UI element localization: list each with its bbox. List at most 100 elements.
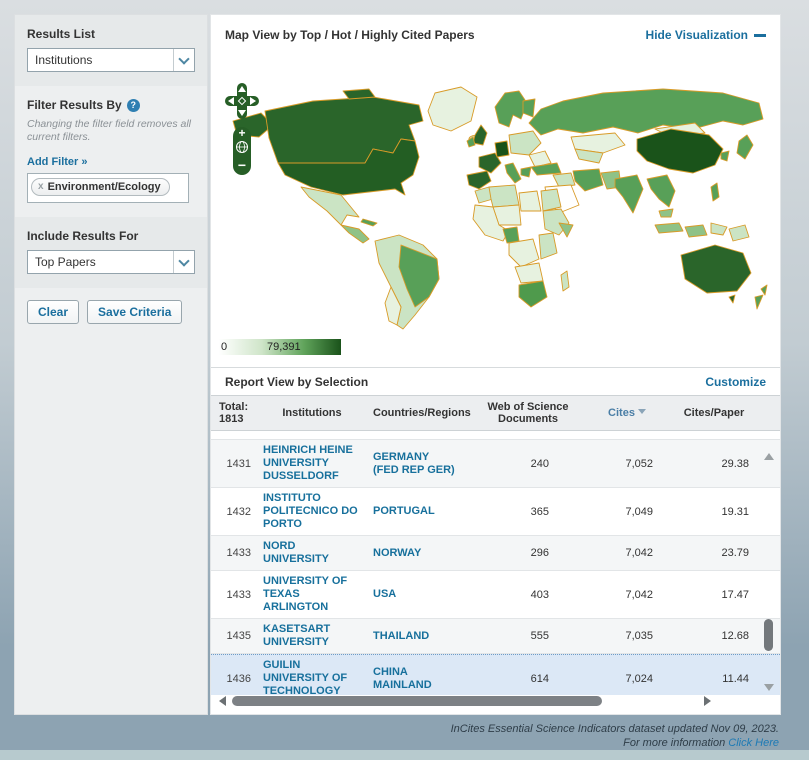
filter-tag-label: Environment/Ecology — [48, 181, 161, 193]
globe-icon[interactable] — [235, 140, 249, 154]
row-rank: 1436 — [211, 673, 263, 685]
include-results-section: Include Results For Top Papers — [15, 217, 207, 288]
total-value: 1813 — [219, 413, 263, 425]
column-cites-paper[interactable]: Cites/Paper — [671, 407, 757, 419]
table-rows: 1430 SOUTH AFRICA SOUTH AFRICA 618 7,057… — [211, 431, 780, 695]
scroll-down-icon[interactable] — [764, 684, 774, 691]
row-cites-paper: 19.31 — [671, 506, 757, 518]
row-documents: 555 — [473, 630, 583, 642]
row-country-link[interactable]: GERMANY (FED REP GER) — [373, 451, 473, 477]
column-cites-sorted[interactable]: Cites — [583, 407, 671, 419]
row-documents: 240 — [473, 458, 583, 470]
map-zoom-control[interactable]: + − — [233, 127, 251, 175]
row-cites: 7,052 — [583, 458, 671, 470]
include-results-value: Top Papers — [35, 255, 96, 269]
table-row[interactable]: 1430 SOUTH AFRICA SOUTH AFRICA 618 7,057… — [211, 431, 780, 440]
row-country-link[interactable]: THAILAND — [373, 630, 473, 643]
hide-visualization-link[interactable]: Hide Visualization — [646, 28, 766, 42]
footer-line1: InCites Essential Science Indicators dat… — [451, 722, 779, 736]
main-panel: Map View by Top / Hot / Highly Cited Pap… — [210, 14, 781, 715]
report-header: Report View by Selection Customize — [211, 367, 780, 395]
row-documents: 296 — [473, 547, 583, 559]
row-cites-paper: 23.79 — [671, 547, 757, 559]
row-rank: 1431 — [211, 458, 263, 470]
zoom-out-button[interactable]: − — [233, 159, 251, 171]
column-institutions[interactable]: Institutions — [263, 407, 373, 419]
total-label: Total: — [219, 401, 263, 413]
row-rank: 1433 — [211, 589, 263, 601]
filter-input[interactable]: x Environment/Ecology — [27, 173, 189, 203]
map-pan-control[interactable] — [225, 83, 259, 119]
row-country-link[interactable]: CHINA MAINLAND — [373, 666, 473, 692]
table-scroll-viewport[interactable]: 1430 SOUTH AFRICA SOUTH AFRICA 618 7,057… — [211, 431, 780, 695]
bottom-strip — [0, 750, 809, 760]
scroll-right-icon[interactable] — [704, 696, 711, 706]
table-row[interactable]: 1432 INSTITUTO POLITECNICO DO PORTO PORT… — [211, 488, 780, 536]
row-country-link[interactable]: NORWAY — [373, 547, 473, 560]
horizontal-scroll-thumb[interactable] — [232, 696, 602, 706]
row-institution-link[interactable]: INSTITUTO POLITECNICO DO PORTO — [263, 492, 373, 531]
clear-button[interactable]: Clear — [27, 300, 79, 324]
results-list-section: Results List Institutions — [15, 15, 207, 86]
row-country-link[interactable]: SOUTH AFRICA — [373, 431, 473, 435]
footer-line2: For more information Click Here — [451, 736, 779, 750]
legend-max: 79,391 — [267, 341, 301, 353]
click-here-link[interactable]: Click Here — [728, 737, 779, 749]
row-rank: 1433 — [211, 547, 263, 559]
help-icon[interactable]: ? — [127, 99, 140, 112]
column-total: Total: 1813 — [211, 401, 263, 425]
table-row[interactable]: 1431 HEINRICH HEINE UNIVERSITY DUSSELDOR… — [211, 440, 780, 488]
collapse-icon — [754, 34, 766, 37]
row-cites: 7,049 — [583, 506, 671, 518]
zoom-in-button[interactable]: + — [233, 127, 251, 140]
column-countries[interactable]: Countries/Regions — [373, 407, 473, 419]
table-row[interactable]: 1435 KASETSART UNIVERSITY THAILAND 555 7… — [211, 619, 780, 654]
row-country-link[interactable]: PORTUGAL — [373, 505, 473, 518]
cites-label: Cites — [608, 407, 635, 419]
row-institution-link[interactable]: KASETSART UNIVERSITY — [263, 623, 373, 649]
world-map[interactable] — [223, 83, 768, 333]
results-list-value: Institutions — [35, 53, 92, 67]
customize-link[interactable]: Customize — [705, 375, 766, 389]
row-cites-paper: 11.44 — [671, 673, 757, 685]
include-results-select[interactable]: Top Papers — [27, 250, 195, 274]
row-documents: 614 — [473, 673, 583, 685]
sidebar: Results List Institutions Filter Results… — [14, 14, 208, 715]
row-cites-paper: 29.38 — [671, 458, 757, 470]
table-row[interactable]: 1433 NORD UNIVERSITY NORWAY 296 7,042 23… — [211, 536, 780, 571]
row-documents: 403 — [473, 589, 583, 601]
add-filter-link[interactable]: Add Filter » — [27, 156, 88, 168]
scroll-up-icon[interactable] — [764, 453, 774, 460]
row-cites: 7,024 — [583, 673, 671, 685]
map-title: Map View by Top / Hot / Highly Cited Pap… — [225, 28, 475, 42]
results-list-select[interactable]: Institutions — [27, 48, 195, 72]
row-country-link[interactable]: USA — [373, 588, 473, 601]
save-criteria-button[interactable]: Save Criteria — [87, 300, 182, 324]
legend-min: 0 — [221, 341, 227, 353]
include-results-label: Include Results For — [27, 229, 195, 243]
chevron-down-icon — [173, 251, 194, 273]
row-institution-link[interactable]: HEINRICH HEINE UNIVERSITY DUSSELDORF — [263, 444, 373, 483]
horizontal-scrollbar[interactable] — [219, 695, 711, 708]
column-documents[interactable]: Web of Science Documents — [473, 401, 583, 425]
map-header: Map View by Top / Hot / Highly Cited Pap… — [211, 15, 780, 55]
table-row[interactable]: 1433 UNIVERSITY OF TEXAS ARLINGTON USA 4… — [211, 571, 780, 619]
results-list-label: Results List — [27, 27, 195, 41]
footer-info-text: For more information — [623, 737, 725, 749]
page-footer: InCites Essential Science Indicators dat… — [451, 722, 779, 750]
row-institution-link[interactable]: GUILIN UNIVERSITY OF TECHNOLOGY — [263, 659, 373, 695]
filter-section: Filter Results By ? Changing the filter … — [15, 86, 207, 217]
remove-filter-icon[interactable]: x — [38, 181, 44, 192]
hide-visualization-label: Hide Visualization — [646, 28, 748, 42]
scroll-left-icon[interactable] — [219, 696, 226, 706]
row-institution-link[interactable]: NORD UNIVERSITY — [263, 540, 373, 566]
vertical-scroll-thumb[interactable] — [764, 619, 773, 651]
filter-tag[interactable]: x Environment/Ecology — [31, 178, 170, 196]
chevron-down-icon — [173, 49, 194, 71]
row-cites: 7,042 — [583, 589, 671, 601]
vertical-scrollbar[interactable] — [762, 451, 775, 697]
row-documents: 365 — [473, 506, 583, 518]
row-rank: 1435 — [211, 630, 263, 642]
table-row[interactable]: 1436 GUILIN UNIVERSITY OF TECHNOLOGY CHI… — [211, 654, 780, 695]
row-institution-link[interactable]: UNIVERSITY OF TEXAS ARLINGTON — [263, 575, 373, 614]
